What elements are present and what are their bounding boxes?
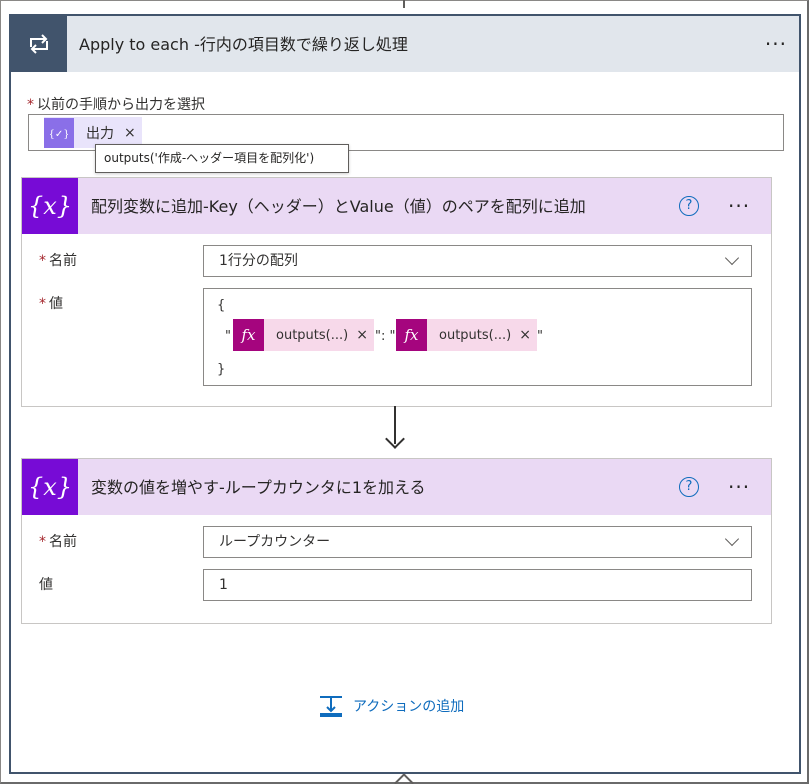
quote-open: " xyxy=(225,329,231,344)
help-circle-icon[interactable]: ? xyxy=(679,477,699,497)
chevron-down-icon xyxy=(724,531,740,547)
apply-to-each-header[interactable]: Apply to each -行内の項目数で繰り返し処理 ··· xyxy=(11,16,799,72)
append-array-title[interactable]: 配列変数に追加-Key（ヘッダー）とValue（値）のペアを配列に追加 xyxy=(91,178,586,236)
loop-arrows-icon xyxy=(11,16,67,72)
chevron-down-icon xyxy=(724,250,740,266)
value-label: * 値 xyxy=(39,293,63,313)
variable-braces-icon: {𝑥} xyxy=(22,459,78,515)
increment-variable-card: {𝑥} 変数の値を増やす-ループカウンタに1を加える ? ··· * 名前 ループ… xyxy=(21,458,772,624)
value-label-text: 値 xyxy=(49,296,63,312)
token-remove-button[interactable]: × xyxy=(124,125,142,141)
expression-token-label: outputs(...) xyxy=(276,327,349,343)
append-array-header[interactable]: {𝑥} 配列変数に追加-Key（ヘッダー）とValue（値）のペアを配列に追加 … xyxy=(22,178,771,234)
select-output-label-text: 以前の手順から出力を選択 xyxy=(37,97,205,113)
code-brace-close: } xyxy=(217,362,226,377)
variable-name-value: 1行分の配列 xyxy=(219,253,298,269)
add-action-button[interactable]: アクションの追加 xyxy=(318,691,464,721)
token-remove-button[interactable]: × xyxy=(519,327,537,343)
name-label: * 名前 xyxy=(39,250,77,270)
svg-text:{𝑥}: {𝑥} xyxy=(28,192,72,220)
loop-more-button[interactable]: ··· xyxy=(765,32,787,56)
value-editor[interactable]: { " fx outputs(...) × ": " fx outputs(..… xyxy=(203,288,752,386)
card-more-button[interactable]: ··· xyxy=(728,194,750,218)
svg-text:{✓}: {✓} xyxy=(50,129,68,140)
code-brace-open: { xyxy=(217,298,226,313)
increment-value: 1 xyxy=(219,577,228,593)
name-label-text: 名前 xyxy=(49,253,77,269)
variable-braces-icon: {𝑥} xyxy=(22,178,78,234)
token-remove-button[interactable]: × xyxy=(356,327,374,343)
select-output-label: * 以前の手順から出力を選択 xyxy=(27,94,205,114)
apply-to-each-title[interactable]: Apply to each -行内の項目数で繰り返し処理 xyxy=(79,16,408,72)
expression-token-label: outputs(...) xyxy=(439,327,512,343)
expression-token-value[interactable]: fx outputs(...) × xyxy=(396,319,537,351)
append-array-card: {𝑥} 配列変数に追加-Key（ヘッダー）とValue（値）のペアを配列に追加 … xyxy=(21,177,772,407)
name-label: * 名前 xyxy=(39,531,77,551)
value-label-text: 値 xyxy=(39,577,53,593)
add-action-label: アクションの追加 xyxy=(353,699,465,715)
token-tooltip: outputs('作成-ヘッダー項目を配列化') xyxy=(95,144,349,173)
increment-variable-title[interactable]: 変数の値を増やす-ループカウンタに1を加える xyxy=(91,459,426,517)
fx-icon: fx xyxy=(233,319,264,351)
increment-value-input[interactable]: 1 xyxy=(203,569,752,601)
counter-name-select[interactable]: ループカウンター xyxy=(203,526,752,558)
fx-icon: fx xyxy=(396,319,427,351)
required-mark: * xyxy=(39,534,46,550)
required-mark: * xyxy=(27,97,34,113)
required-mark: * xyxy=(39,253,46,269)
required-mark: * xyxy=(39,296,46,312)
insert-step-icon xyxy=(320,696,342,717)
connector-line-top xyxy=(403,0,405,8)
quote-close: " xyxy=(537,329,543,344)
dynamic-token-label: 出力 xyxy=(86,125,114,142)
key-value-separator: ": " xyxy=(375,329,396,344)
expression-token-key[interactable]: fx outputs(...) × xyxy=(233,319,374,351)
svg-text:{𝑥}: {𝑥} xyxy=(28,473,72,501)
help-circle-icon[interactable]: ? xyxy=(679,196,699,216)
name-label-text: 名前 xyxy=(49,534,77,550)
card-more-button[interactable]: ··· xyxy=(728,475,750,499)
dynamic-content-icon: {✓} xyxy=(44,117,74,148)
variable-name-select[interactable]: 1行分の配列 xyxy=(203,245,752,277)
counter-name-value: ループカウンター xyxy=(219,534,331,550)
increment-variable-header[interactable]: {𝑥} 変数の値を増やす-ループカウンタに1を加える ? ··· xyxy=(22,459,771,515)
